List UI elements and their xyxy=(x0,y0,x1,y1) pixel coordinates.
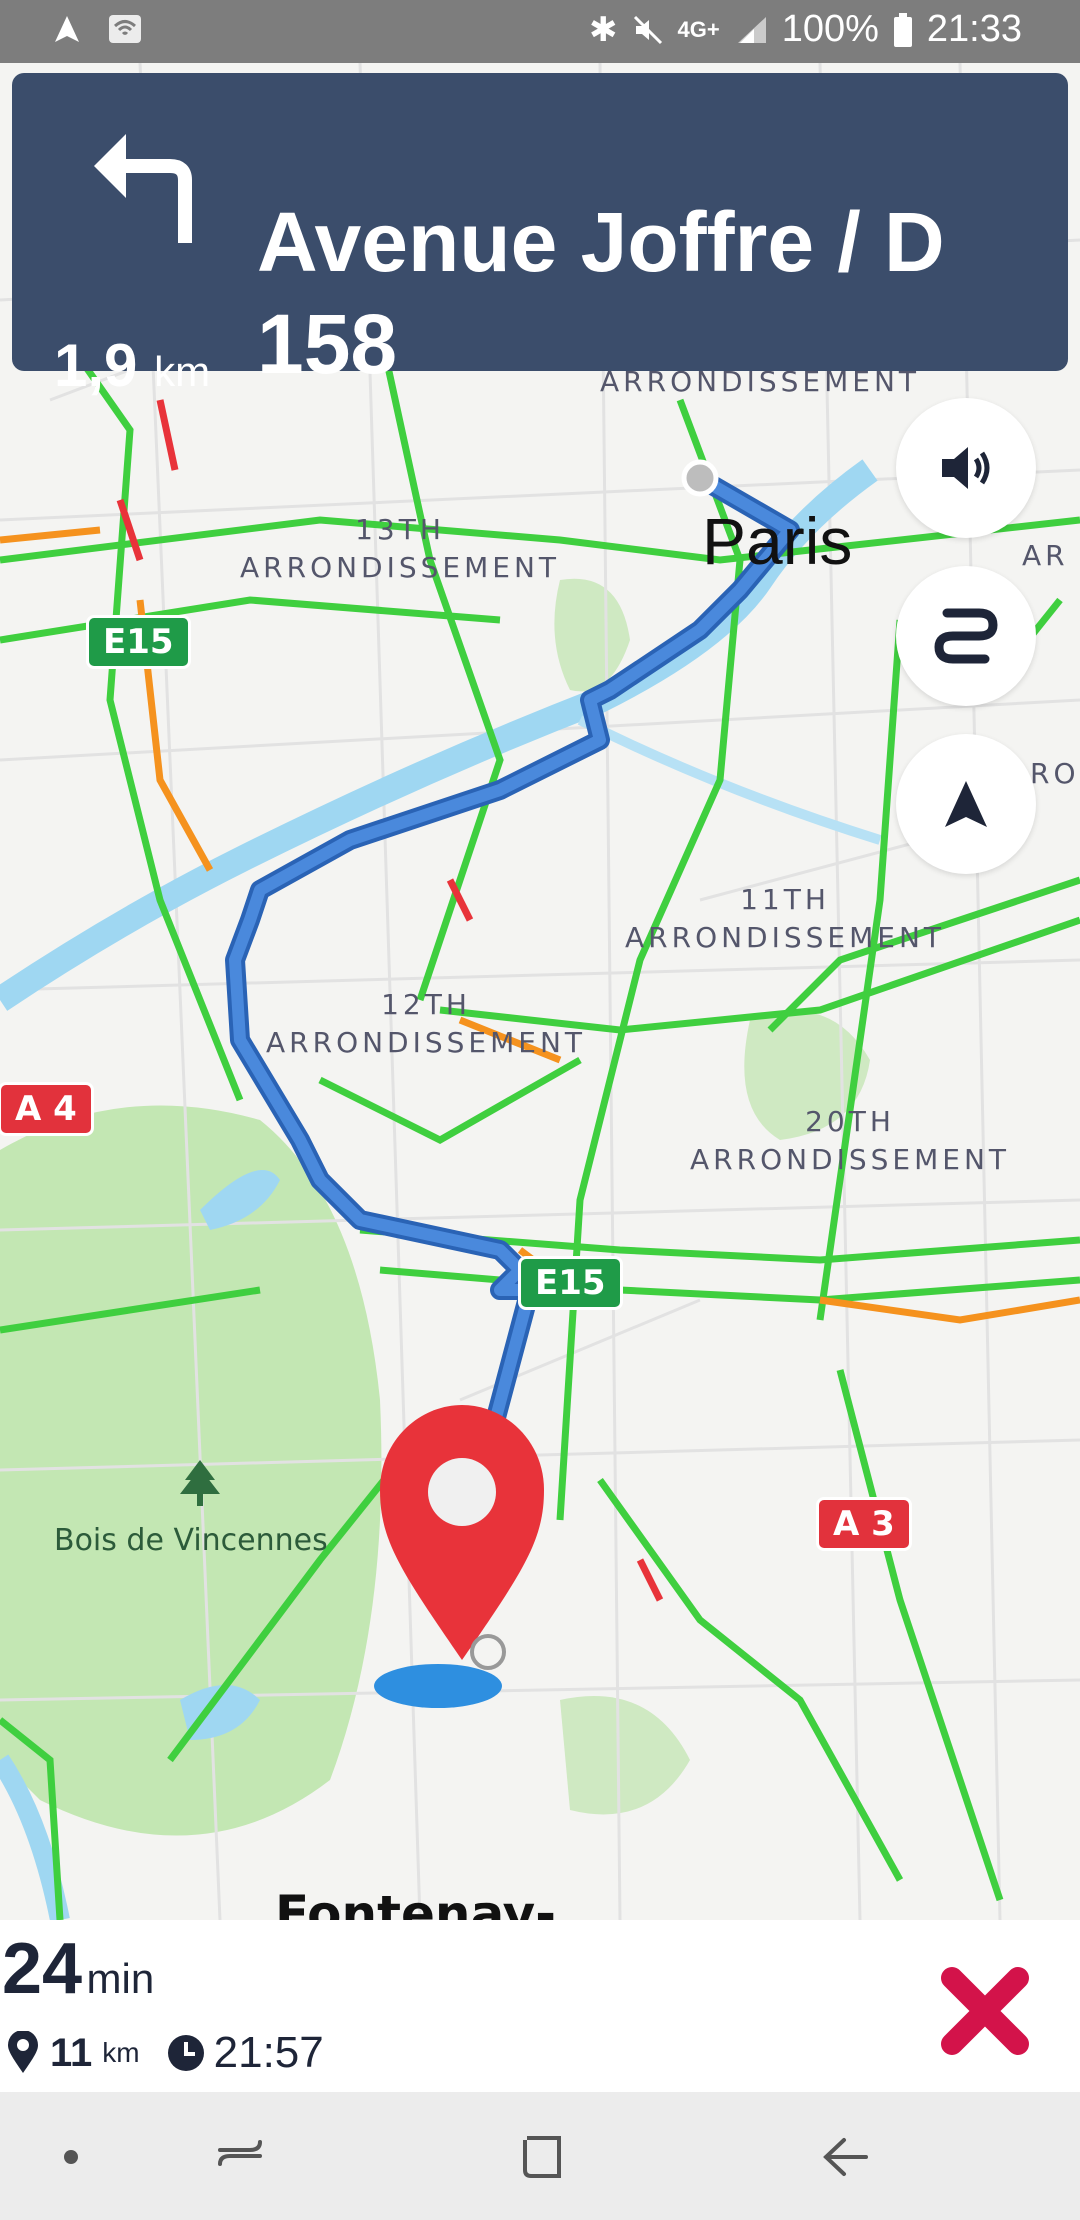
district-number: 13TH xyxy=(355,513,445,546)
battery-icon xyxy=(893,12,912,47)
eta-minutes: 24 xyxy=(2,1929,83,2009)
road-shield-e15: E15 xyxy=(518,1256,623,1310)
district-name: ARRONDISSEMENT xyxy=(625,921,946,954)
distance-unit: km xyxy=(154,348,211,395)
street-name: Avenue Joffre / D 158 xyxy=(257,191,1047,395)
status-bar: ✱ 4G+ 100% 21:33 xyxy=(0,0,1080,63)
road-shield-e15: E15 xyxy=(86,615,191,669)
home-icon[interactable] xyxy=(507,2122,577,2192)
district-number: 11TH xyxy=(740,883,830,916)
navigation-arrow-icon xyxy=(945,781,987,827)
signal-icon xyxy=(737,16,766,43)
district-label-partial-right-2: RO xyxy=(1030,757,1080,790)
arrival-time: 21:57 xyxy=(213,2028,324,2077)
close-navigation-button[interactable] xyxy=(940,1966,1030,2056)
street-name-line2: 158 xyxy=(257,297,398,391)
system-navigation-bar xyxy=(0,2092,1080,2220)
district-label-partial-right-1: AR xyxy=(1022,539,1069,572)
district-name: ARRONDISSEMENT xyxy=(266,1026,587,1059)
clock-icon xyxy=(167,2035,204,2071)
dot-icon[interactable] xyxy=(36,2122,106,2192)
district-number: 20TH xyxy=(805,1105,895,1138)
route-start-dot xyxy=(681,459,719,497)
district-name: ARRONDISSEMENT xyxy=(240,551,561,584)
trip-details: 11 km 21:57 xyxy=(6,2028,324,2078)
district-name: ARRONDISSEMENT xyxy=(690,1143,1011,1176)
location-pin-icon xyxy=(8,2031,38,2073)
road-shield-a3: A 3 xyxy=(816,1497,912,1551)
network-type: 4G+ xyxy=(677,16,720,42)
mute-icon xyxy=(633,15,662,44)
city-label-fontenay: Fontenay- xyxy=(275,1885,557,1920)
back-icon[interactable] xyxy=(810,2122,880,2192)
route-options-button[interactable] xyxy=(896,566,1036,706)
street-name-line1: Avenue Joffre / D xyxy=(257,195,945,289)
district-label-20th: 20TH ARRONDISSEMENT xyxy=(690,1103,1010,1179)
city-label-paris: Paris xyxy=(702,504,853,578)
trip-summary-panel[interactable]: 24 min 11 km 21:57 xyxy=(0,1920,1080,2092)
eta-duration: 24 min xyxy=(2,1928,154,2010)
navigation-arrow-icon xyxy=(55,16,79,42)
turn-left-icon xyxy=(94,134,192,243)
trip-distance: 11 xyxy=(50,2030,93,2075)
bluetooth-icon: ✱ xyxy=(589,10,618,49)
clock: 21:33 xyxy=(926,8,1022,50)
distance-to-turn: 1,9 km xyxy=(54,331,210,400)
route-icon xyxy=(934,608,998,664)
district-label-13th: 13TH ARRONDISSEMENT xyxy=(240,511,560,587)
district-label-12th: 12TH ARRONDISSEMENT xyxy=(266,986,586,1062)
road-shield-a4: A 4 xyxy=(0,1082,94,1136)
battery-percent: 100% xyxy=(781,8,879,50)
wifi-icon xyxy=(109,15,141,43)
district-label-11th: 11TH ARRONDISSEMENT xyxy=(625,881,945,957)
eta-minutes-unit: min xyxy=(86,1955,155,2002)
distance-value: 1,9 xyxy=(54,332,138,399)
volume-button[interactable] xyxy=(896,398,1036,538)
recenter-button[interactable] xyxy=(896,734,1036,874)
navigation-instruction-banner[interactable]: 1,9 km Avenue Joffre / D 158 xyxy=(12,73,1068,399)
trip-distance-unit: km xyxy=(102,2037,140,2068)
district-number: 12TH xyxy=(381,988,471,1021)
volume-icon xyxy=(942,447,990,489)
park-label: Bois de Vincennes xyxy=(54,1523,328,1558)
recent-apps-icon[interactable] xyxy=(206,2122,276,2192)
